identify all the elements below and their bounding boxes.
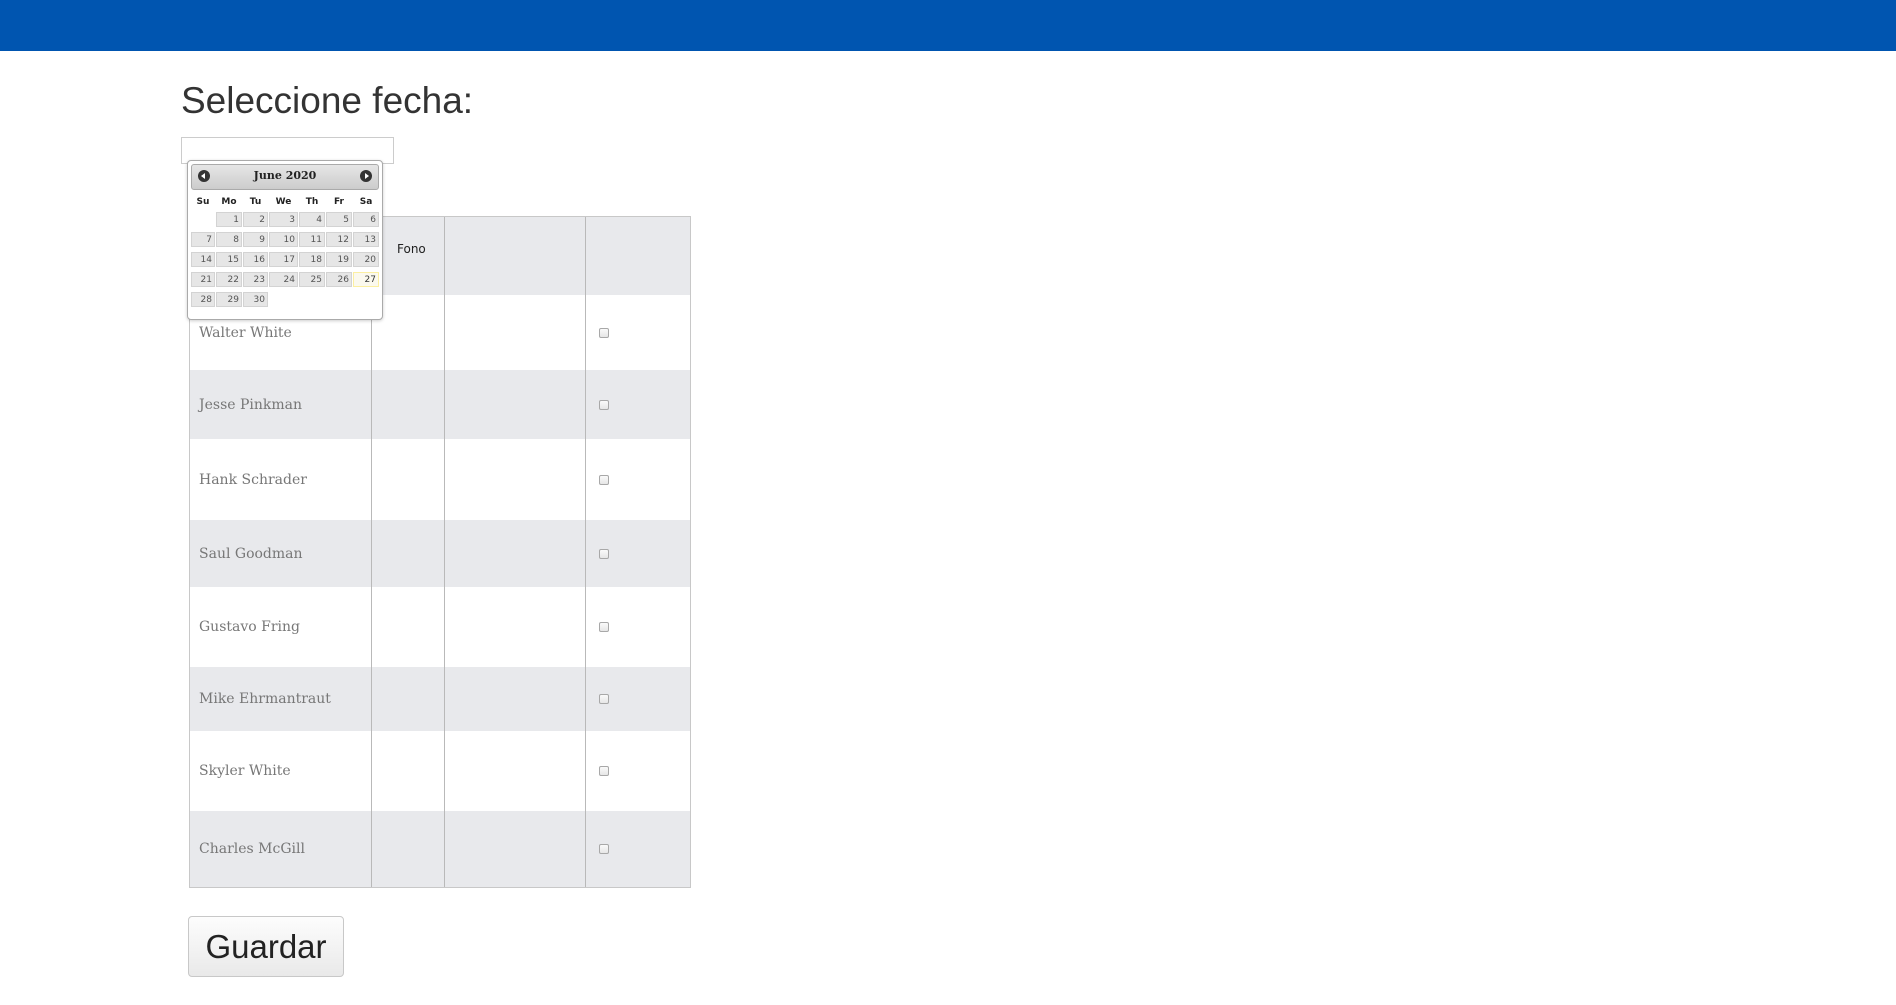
datepicker-weekday-row: Su Mo Tu We Th Fr Sa [191,194,379,210]
row-checkbox[interactable] [599,622,609,632]
weekday-label: Tu [249,197,262,207]
weekday-label: We [275,197,292,207]
contact-name: Saul Goodman [199,545,303,562]
page-title: Seleccione fecha: [181,80,474,121]
table-row: Mike Ehrmantraut [190,667,690,731]
calendar-day[interactable]: 13 [353,232,379,247]
table-row: Skyler White [190,731,690,811]
row-checkbox[interactable] [599,327,609,338]
row-checkbox[interactable] [599,766,609,776]
contact-name: Charles McGill [199,841,305,857]
contact-name: Hank Schrader [199,471,307,488]
next-month-icon[interactable] [360,170,372,182]
calendar-day[interactable]: 21 [191,272,215,287]
calendar-day[interactable]: 4 [299,212,325,227]
calendar-day[interactable]: 11 [299,232,325,247]
contact-name: Mike Ehrmantraut [199,691,331,707]
datepicker-month-label: June 2020 [253,169,317,182]
save-button[interactable]: Guardar [188,916,344,977]
calendar-day[interactable]: 22 [216,272,242,287]
row-checkbox[interactable] [599,694,609,704]
weekday-label: Th [305,197,319,207]
calendar-day[interactable]: 23 [243,272,268,287]
calendar-day[interactable]: 9 [243,232,268,247]
table-row: Charles McGill [190,811,690,887]
calendar-day[interactable]: 18 [299,252,325,267]
weekday-label: Su [196,197,210,207]
row-checkbox[interactable] [599,399,609,410]
calendar-day[interactable]: 29 [216,292,242,307]
calendar-day[interactable]: 30 [243,292,268,307]
calendar-day[interactable]: 14 [191,252,215,267]
contact-name: Jesse Pinkman [199,396,303,413]
calendar-day[interactable]: 19 [326,252,352,267]
datepicker-header: June 2020 [191,164,379,190]
calendar-day[interactable]: 6 [353,212,379,227]
calendar-day[interactable]: 16 [243,252,268,267]
table-row: Hank Schrader [190,439,690,520]
contact-name: Skyler White [199,763,291,779]
table-row: Jesse Pinkman [190,370,690,439]
row-checkbox[interactable] [599,474,609,485]
calendar-day[interactable]: 3 [269,212,298,227]
row-checkbox[interactable] [599,844,609,854]
calendar-day[interactable]: 2 [243,212,268,227]
calendar-day[interactable]: 17 [269,252,298,267]
datepicker-days-grid: 1 2 3 4 5 6 7 8 9 10 11 12 13 14 15 16 17 18 19 20 21 22 23 24 2… [191,212,379,312]
weekday-label: Sa [359,197,373,207]
calendar-day[interactable]: 24 [269,272,298,287]
calendar-day[interactable]: 12 [326,232,352,247]
datepicker-popup: June 2020 Su Mo Tu We Th Fr Sa 1 2 3 4 5 6 7 8 9 10 11 12… [187,160,383,320]
empty-day-cell [191,212,215,227]
calendar-day[interactable]: 15 [216,252,242,267]
top-bar [0,0,1896,51]
calendar-day[interactable]: 10 [269,232,298,247]
calendar-day[interactable]: 26 [326,272,352,287]
calendar-day[interactable]: 25 [299,272,325,287]
calendar-day[interactable]: 28 [191,292,215,307]
calendar-day[interactable]: 7 [191,232,215,247]
calendar-day[interactable]: 5 [326,212,352,227]
column-divider [444,217,445,887]
calendar-day[interactable]: 1 [216,212,242,227]
contact-name: Walter White [199,324,292,341]
column-divider [585,217,586,887]
calendar-day[interactable]: 27 [353,272,379,287]
column-header-fono: Fono [397,242,426,256]
weekday-label: Mo [221,197,237,207]
table-row: Gustavo Fring [190,587,690,667]
row-checkbox[interactable] [599,548,609,559]
table-row: Saul Goodman [190,520,690,587]
calendar-day[interactable]: 8 [216,232,242,247]
contact-name: Gustavo Fring [199,619,301,635]
weekday-label: Fr [333,197,344,207]
calendar-day[interactable]: 20 [353,252,379,267]
